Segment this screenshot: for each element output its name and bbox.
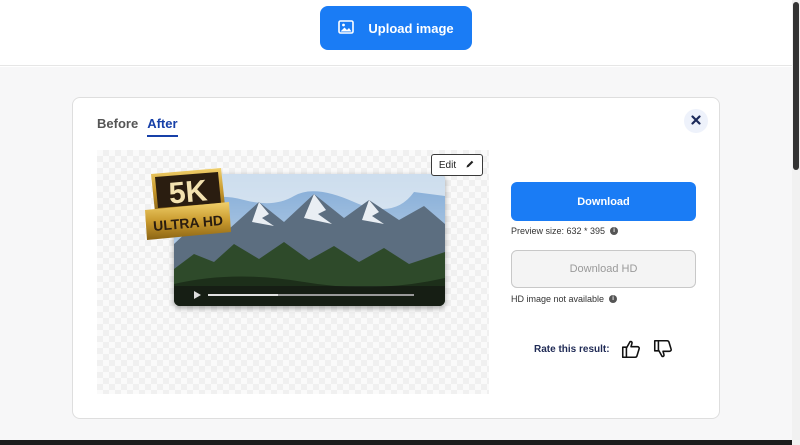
- thumbs-up-icon[interactable]: [620, 338, 642, 360]
- info-icon[interactable]: i: [609, 295, 618, 303]
- rate-label: Rate this result:: [534, 343, 610, 355]
- upload-image-button[interactable]: Upload image: [320, 6, 472, 50]
- preview-size-info: Preview size: 632 * 395 i: [511, 226, 619, 236]
- scrollbar-thumb[interactable]: [793, 2, 799, 170]
- tab-after[interactable]: After: [147, 116, 178, 137]
- result-card: Before After 5K ULTRA HD Edit Download P…: [72, 97, 720, 419]
- bottom-divider: [0, 440, 792, 445]
- info-icon[interactable]: i: [610, 227, 619, 235]
- download-hd-button[interactable]: Download HD: [511, 250, 696, 288]
- view-tabs: Before After: [97, 116, 178, 137]
- hd-note-text: HD image not available: [511, 294, 605, 304]
- rating-section: Rate this result:: [534, 338, 674, 360]
- download-button[interactable]: Download: [511, 182, 696, 221]
- edit-label: Edit: [438, 159, 457, 171]
- image-preview: 5K ULTRA HD Edit: [97, 150, 489, 394]
- hd-availability-note: HD image not available i: [511, 294, 618, 304]
- badge-5k-text: 5K: [167, 174, 208, 210]
- vertical-scrollbar[interactable]: [792, 0, 800, 445]
- 5k-ultra-hd-badge: 5K ULTRA HD: [141, 166, 233, 246]
- close-icon: [691, 112, 701, 130]
- thumbs-down-icon[interactable]: [652, 338, 674, 360]
- upload-image-label: Upload image: [368, 20, 454, 36]
- edit-button[interactable]: Edit: [431, 154, 483, 176]
- tab-before[interactable]: Before: [97, 116, 138, 137]
- image-icon: [338, 19, 355, 38]
- close-button[interactable]: [684, 109, 708, 133]
- preview-size-text: Preview size: 632 * 395: [511, 226, 606, 236]
- top-bar: Upload image: [0, 0, 792, 66]
- pencil-icon: [465, 159, 475, 172]
